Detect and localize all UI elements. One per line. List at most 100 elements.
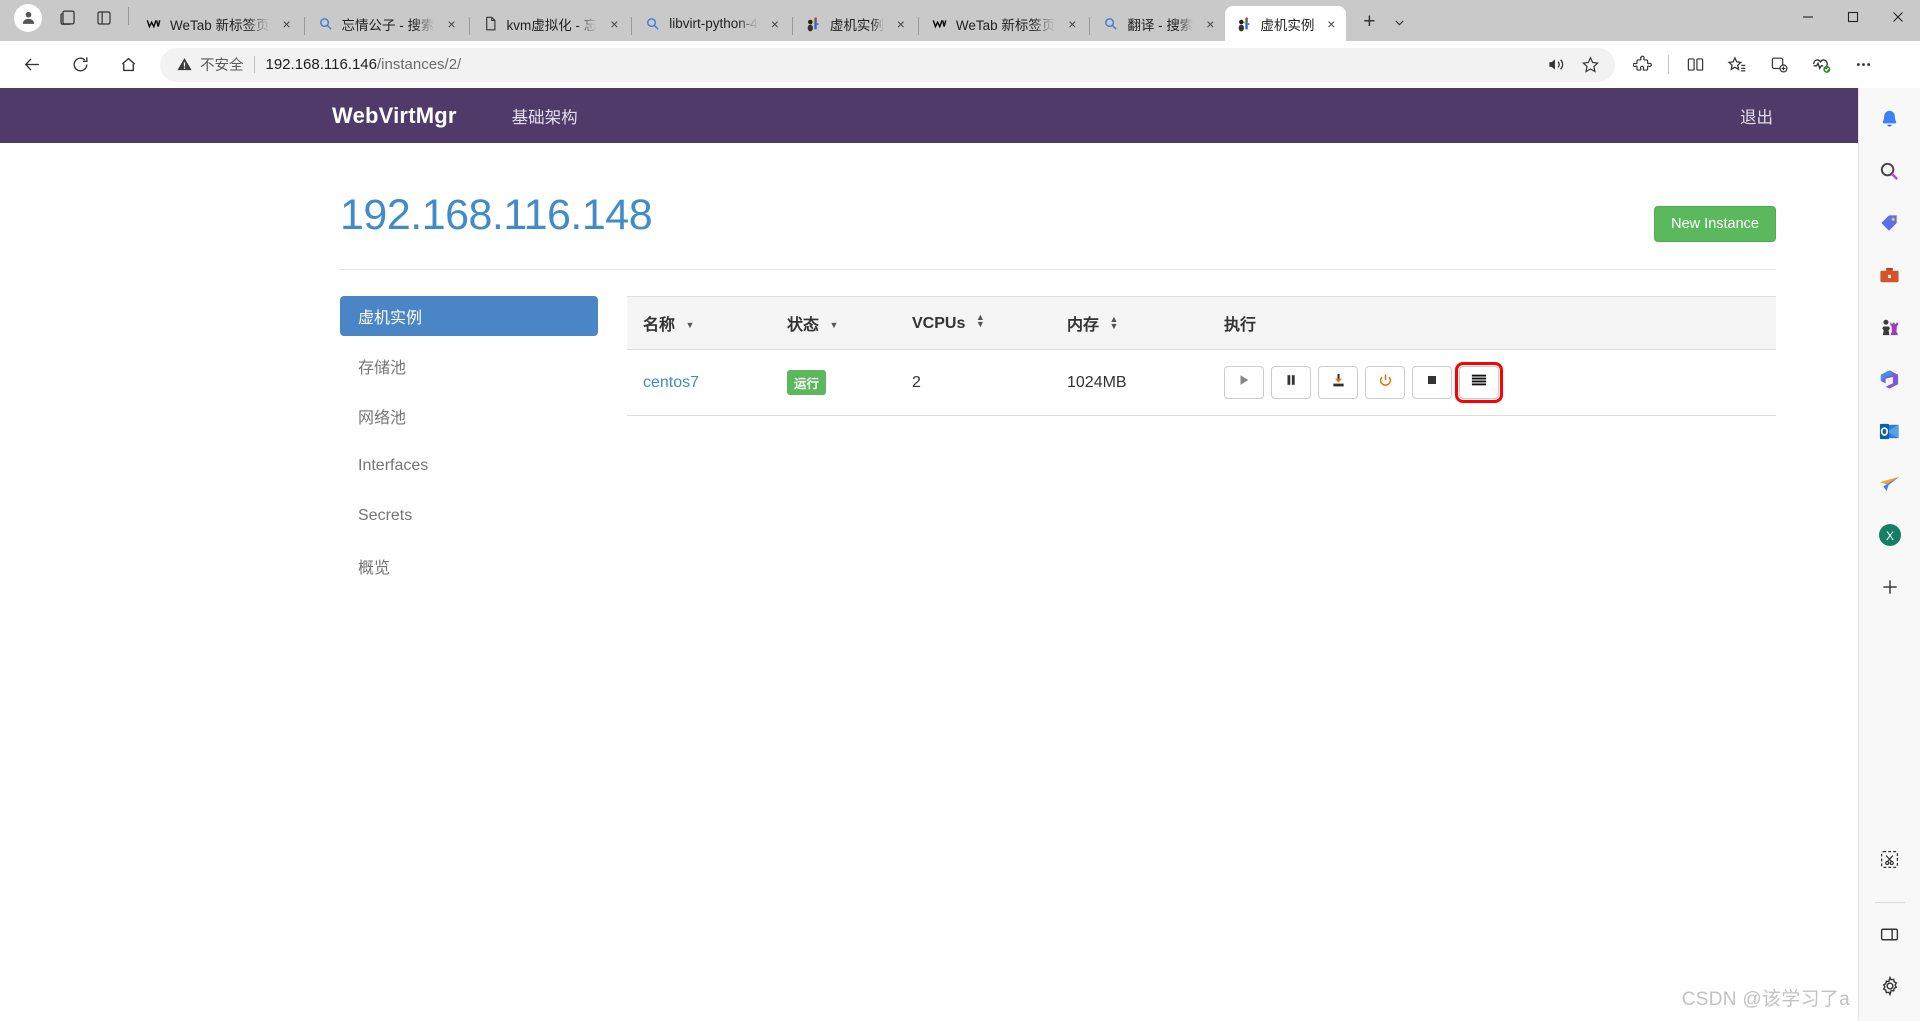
search-icon[interactable]: [1873, 154, 1907, 188]
close-icon[interactable]: ×: [603, 13, 625, 35]
tab-actions-icon[interactable]: [89, 3, 119, 33]
browser-tab[interactable]: 忘情公子 - 搜索 ×: [307, 6, 467, 41]
column-header-vcpus[interactable]: VCPUs ▲ ▼: [912, 296, 1067, 350]
sort-desc-icon: ▼: [829, 320, 839, 330]
warning-triangle-icon: [176, 56, 193, 73]
close-button[interactable]: [1875, 0, 1920, 33]
save-download-icon: [1331, 373, 1346, 393]
browser-essentials-icon[interactable]: [1804, 48, 1838, 82]
browser-tab[interactable]: 翻译 - 搜索 ×: [1092, 6, 1225, 41]
back-arrow-icon[interactable]: [15, 48, 49, 82]
account-icon[interactable]: [14, 3, 42, 32]
tab-divider: [1089, 16, 1091, 35]
minimize-button[interactable]: [1785, 0, 1830, 33]
pause-icon: [1284, 373, 1298, 392]
sidebar-item-label: 存储池: [358, 360, 407, 377]
close-icon[interactable]: ×: [1320, 13, 1342, 35]
tab-label: 虚机实例: [1260, 17, 1315, 33]
games-chess-icon[interactable]: [1873, 310, 1907, 344]
tab-divider: [303, 16, 305, 35]
omnibox-actions: [1537, 50, 1605, 80]
extensions-icon[interactable]: [1625, 48, 1659, 82]
column-header-status[interactable]: 状态 ▼: [787, 296, 912, 350]
tab-label: 忘情公子 - 搜索: [341, 17, 435, 33]
sidebar-item-overview[interactable]: 概览: [340, 546, 598, 586]
column-header-name[interactable]: 名称 ▼: [627, 296, 787, 350]
forceoff-button[interactable]: [1412, 366, 1452, 399]
address-bar[interactable]: 不安全 192.168.116.146/instances/2/: [160, 47, 1615, 82]
outlook-icon[interactable]: [1873, 414, 1907, 448]
url-text: 192.168.116.146/instances/2/: [266, 56, 462, 73]
edge-sidebar: X: [1858, 88, 1920, 1021]
tab-label: 翻译 - 搜索: [1127, 17, 1194, 33]
logout-link[interactable]: 退出: [1740, 104, 1773, 128]
close-icon[interactable]: ×: [441, 13, 463, 35]
nav-link-infrastructure[interactable]: 基础架构: [512, 104, 578, 128]
instance-link[interactable]: centos7: [643, 374, 699, 391]
edge-sidebar-divider: [1874, 902, 1905, 903]
home-icon[interactable]: [111, 48, 145, 82]
snapshot-button[interactable]: [1318, 366, 1358, 399]
pause-button[interactable]: [1271, 366, 1311, 399]
workspaces-icon[interactable]: [53, 3, 83, 33]
tab-label: WeTab 新标签页: [170, 17, 270, 33]
poweroff-button[interactable]: [1365, 366, 1405, 399]
app-brand[interactable]: WebVirtMgr: [332, 103, 457, 129]
briefcase-icon[interactable]: [1873, 258, 1907, 292]
close-icon[interactable]: ×: [1199, 13, 1221, 35]
sidebar-item-network[interactable]: 网络池: [340, 396, 598, 436]
split-panel-icon[interactable]: [1873, 917, 1907, 951]
column-header-memory[interactable]: 内存 ▲ ▼: [1067, 296, 1224, 350]
sidebar-item-label: 虚机实例: [358, 310, 423, 327]
tab-label: libvirt-python-4: [669, 16, 758, 31]
settings-more-icon[interactable]: [1846, 48, 1880, 82]
table-body: centos7 运行 2 1024MB: [627, 349, 1776, 416]
browser-tab[interactable]: WeTab 新标签页 ×: [135, 6, 302, 41]
sidebar-item-instances[interactable]: 虚机实例: [340, 296, 598, 336]
maximize-button[interactable]: [1830, 0, 1875, 33]
sidebar-item-storage[interactable]: 存储池: [340, 346, 598, 386]
close-icon[interactable]: ×: [890, 13, 912, 35]
column-label: 状态: [787, 317, 820, 334]
console-button[interactable]: [1455, 362, 1503, 403]
header-divider: [340, 269, 1776, 270]
add-sidebar-icon[interactable]: [1873, 570, 1907, 604]
sidebar-item-label: 网络池: [358, 410, 407, 427]
page-title: 192.168.116.148: [340, 190, 653, 239]
tab-list: WeTab 新标签页 × 忘情公子 - 搜索 × kvm虚拟化 - 忘 × li…: [135, 0, 1347, 41]
url-path: /instances/2/: [377, 56, 462, 73]
shopping-tag-icon[interactable]: [1873, 206, 1907, 240]
close-icon[interactable]: ×: [1061, 13, 1083, 35]
refresh-icon[interactable]: [63, 48, 97, 82]
browser-tab[interactable]: WeTab 新标签页 ×: [921, 6, 1088, 41]
sidebar-item-interfaces[interactable]: Interfaces: [340, 446, 598, 486]
collections-icon[interactable]: [1762, 48, 1796, 82]
browser-tab-active[interactable]: 虚机实例 ×: [1225, 6, 1347, 41]
tab-divider: [791, 16, 793, 35]
split-screen-icon[interactable]: [1678, 48, 1712, 82]
tab-strip-divider: [128, 6, 129, 25]
url-host: 192.168.116.146: [265, 56, 378, 73]
start-button[interactable]: [1224, 366, 1264, 399]
new-tab-button[interactable]: +: [1354, 7, 1384, 37]
sidebar-item-secrets[interactable]: Secrets: [340, 496, 598, 536]
screenshot-snip-icon[interactable]: [1873, 842, 1907, 876]
new-instance-button[interactable]: New Instance: [1654, 206, 1776, 242]
microsoft-365-icon[interactable]: [1873, 362, 1907, 396]
chevron-down-icon[interactable]: [1386, 7, 1412, 37]
tab-divider: [631, 16, 633, 35]
notifications-bell-icon[interactable]: [1873, 102, 1907, 136]
settings-gear-icon[interactable]: [1873, 969, 1907, 1003]
table-header: 名称 ▼ 状态 ▼ VCPUs ▲ ▼ 内存 ▲ ▼ 执行: [627, 296, 1776, 350]
excel-x-icon[interactable]: X: [1873, 518, 1907, 552]
browser-tab[interactable]: 虚机实例 ×: [795, 6, 916, 41]
send-plane-icon[interactable]: [1873, 466, 1907, 500]
read-aloud-icon[interactable]: [1541, 50, 1571, 80]
tab-divider: [917, 16, 919, 35]
browser-tab[interactable]: kvm虚拟化 - 忘 ×: [472, 6, 630, 41]
close-icon[interactable]: ×: [764, 13, 786, 35]
close-icon[interactable]: ×: [276, 13, 298, 35]
favorites-icon[interactable]: [1720, 48, 1754, 82]
star-icon[interactable]: [1575, 50, 1605, 80]
browser-tab[interactable]: libvirt-python-4 ×: [634, 6, 790, 41]
